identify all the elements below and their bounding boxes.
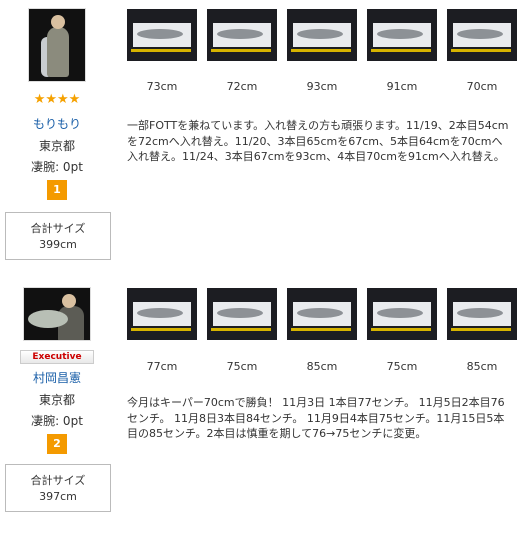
angler-prefecture: 東京都 <box>38 393 75 407</box>
catch-length: 77cm <box>146 360 178 373</box>
catch-photo[interactable] <box>367 288 437 340</box>
catch-length: 85cm <box>306 360 338 373</box>
catch-length: 75cm <box>226 360 258 373</box>
catch-photo[interactable] <box>367 9 437 61</box>
catch-photo[interactable] <box>207 9 277 61</box>
catch-length: 75cm <box>386 360 418 373</box>
angler-profile: Executive 村岡昌憲 東京都 凄腕: 0pt 2 合計サイズ 397cm <box>0 283 114 512</box>
angler-comment: 一部FOTTを兼ねています。入れ替えの方も頑張ります。11/19、2本目54cm… <box>127 119 509 163</box>
angler-avatar[interactable] <box>28 8 86 82</box>
total-size-box: 合計サイズ 399cm <box>5 212 111 260</box>
total-size-label: 合計サイズ <box>30 474 86 487</box>
rating-stars: ★★★★ <box>33 92 81 107</box>
angler-profile: ★★★★ もりもり 東京都 凄腕: 0pt 1 合計サイズ 399cm <box>0 0 114 260</box>
angler-comment: 今月はキーパー70cmで勝負！ 11月3日 1本目77センチ。 11月5日2本目… <box>127 396 505 440</box>
angler-points: 凄腕: 0pt <box>31 414 83 428</box>
catch-photo[interactable] <box>447 288 517 340</box>
catch-length: 91cm <box>386 80 418 93</box>
angler-name-link[interactable]: もりもり <box>0 115 114 131</box>
catch-photo[interactable] <box>127 9 197 61</box>
executive-badge: Executive <box>20 350 94 364</box>
total-size-value: 397cm <box>39 490 77 503</box>
catch-photo[interactable] <box>287 9 357 61</box>
catch-photo[interactable] <box>287 288 357 340</box>
total-size-box: 合計サイズ 397cm <box>5 464 111 512</box>
catch-photo[interactable] <box>207 288 277 340</box>
catch-length: 93cm <box>306 80 338 93</box>
angler-avatar[interactable] <box>23 287 91 341</box>
rank-badge: 2 <box>47 434 67 454</box>
catch-length: 72cm <box>226 80 258 93</box>
total-size-value: 399cm <box>39 238 77 251</box>
catch-length: 70cm <box>466 80 498 93</box>
angler-points: 凄腕: 0pt <box>31 160 83 174</box>
catch-photo[interactable] <box>447 9 517 61</box>
angler-name-link[interactable]: 村岡昌憲 <box>0 369 114 385</box>
total-size-label: 合計サイズ <box>30 222 86 235</box>
angler-prefecture: 東京都 <box>38 139 75 153</box>
catch-photo[interactable] <box>127 288 197 340</box>
rank-badge: 1 <box>47 180 67 200</box>
catch-length: 85cm <box>466 360 498 373</box>
catch-length: 73cm <box>146 80 178 93</box>
